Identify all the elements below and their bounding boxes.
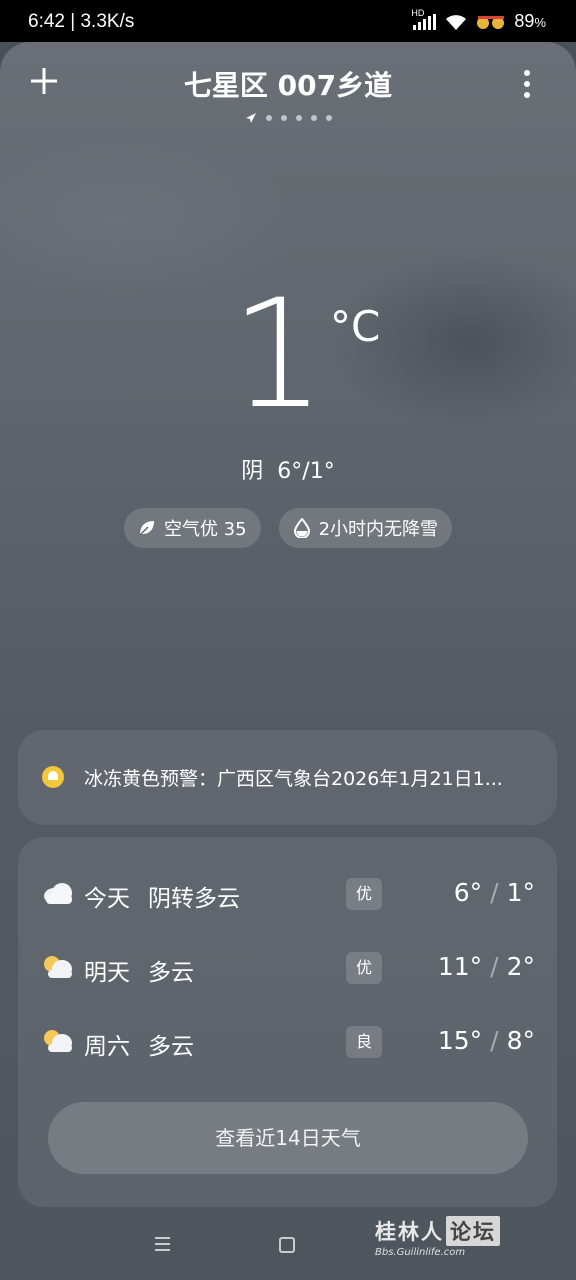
leaf-icon <box>139 521 154 536</box>
watermark: 桂林人 论坛 Bbs.Guilinlife.com <box>375 1216 535 1261</box>
network-speed: 3.3K/s <box>80 11 135 32</box>
page-indicator <box>0 112 576 124</box>
wifi-icon <box>446 14 467 30</box>
page-dot <box>310 115 317 121</box>
current-temperature: 1 °C <box>0 280 576 430</box>
status-time: 6:42 <box>28 11 65 32</box>
forecast-day: 周六 <box>84 1034 130 1060</box>
temp-range: 6°/1° <box>453 878 535 907</box>
info-chips: 空气优 35 2小时内无降雪 <box>0 508 576 548</box>
air-quality-text: 空气优 35 <box>163 519 247 540</box>
aqi-badge: 优 <box>346 878 382 910</box>
watermark-url: Bbs.Guilinlife.com <box>375 1247 466 1258</box>
high-low-text: 6°/1° <box>277 459 335 484</box>
location-title[interactable]: 七星区 007乡道 <box>0 64 576 104</box>
battery-unit: % <box>534 15 546 30</box>
watermark-main: 桂林人 <box>375 1220 444 1244</box>
alert-text: 冰冻黄色预警：广西区气象台2026年1月21日1... <box>84 768 503 790</box>
temperature-value: 1 <box>230 268 326 442</box>
forecast-low: 1° <box>506 878 535 907</box>
location-arrow-icon <box>245 113 256 123</box>
forecast-low: 2° <box>506 952 535 981</box>
forecast-desc: 阴转多云 <box>148 886 240 912</box>
page-dot <box>295 115 302 121</box>
page-dot <box>280 115 287 121</box>
battery-level: 89 <box>514 11 535 31</box>
more-button[interactable] <box>524 70 532 103</box>
air-quality-chip[interactable]: 空气优 35 <box>123 508 261 548</box>
forecast-row[interactable]: 明天 多云 优 11°/2° <box>18 948 557 988</box>
notification-icons <box>477 15 505 29</box>
forecast-high: 11° <box>437 952 483 981</box>
more-vertical-icon <box>524 70 530 76</box>
temp-range: 11°/2° <box>437 952 535 981</box>
hd-badge: HD <box>411 7 425 18</box>
partly-cloudy-icon <box>44 956 72 978</box>
home-button[interactable] <box>279 1237 295 1253</box>
precipitation-chip[interactable]: 2小时内无降雪 <box>278 508 453 548</box>
forecast-high: 6° <box>453 878 483 907</box>
signal-icon: HD <box>411 8 437 30</box>
weather-alert-card[interactable]: 冰冻黄色预警：广西区气象台2026年1月21日1... <box>18 730 557 825</box>
cloudy-icon <box>44 883 72 904</box>
partly-cloudy-icon <box>44 1030 72 1052</box>
forecast-desc: 多云 <box>148 960 194 986</box>
current-condition: 阴 6°/1° <box>0 453 576 485</box>
temperature-unit: °C <box>330 302 381 351</box>
view-14-day-button[interactable]: 查看近14日天气 <box>48 1102 528 1174</box>
forecast-day: 今天 <box>84 886 130 912</box>
precipitation-text: 2小时内无降雪 <box>318 519 439 540</box>
forecast-day: 明天 <box>84 960 130 986</box>
condition-text: 阴 <box>241 459 264 484</box>
forecast-card: 今天 阴转多云 优 6°/1° 明天 多云 优 11°/2° 周六 多云 良 1… <box>18 837 557 1207</box>
temp-range: 15°/8° <box>437 1026 535 1055</box>
forecast-row[interactable]: 周六 多云 良 15°/8° <box>18 1022 557 1062</box>
water-drop-icon <box>293 518 310 538</box>
forecast-desc: 多云 <box>148 1034 194 1060</box>
alert-bell-icon <box>42 766 64 788</box>
forecast-high: 15° <box>437 1026 483 1055</box>
watermark-boxed: 论坛 <box>446 1216 500 1246</box>
status-bar: 6:42 | 3.3K/s HD 89% <box>0 0 576 42</box>
aqi-badge: 优 <box>346 952 382 984</box>
page-dot <box>325 115 332 121</box>
forecast-low: 8° <box>506 1026 535 1055</box>
forecast-row[interactable]: 今天 阴转多云 优 6°/1° <box>18 874 557 914</box>
header: 七星区 007乡道 <box>0 42 576 137</box>
aqi-badge: 良 <box>346 1026 382 1058</box>
page-dot <box>265 115 272 121</box>
recent-apps-button[interactable] <box>155 1237 170 1255</box>
